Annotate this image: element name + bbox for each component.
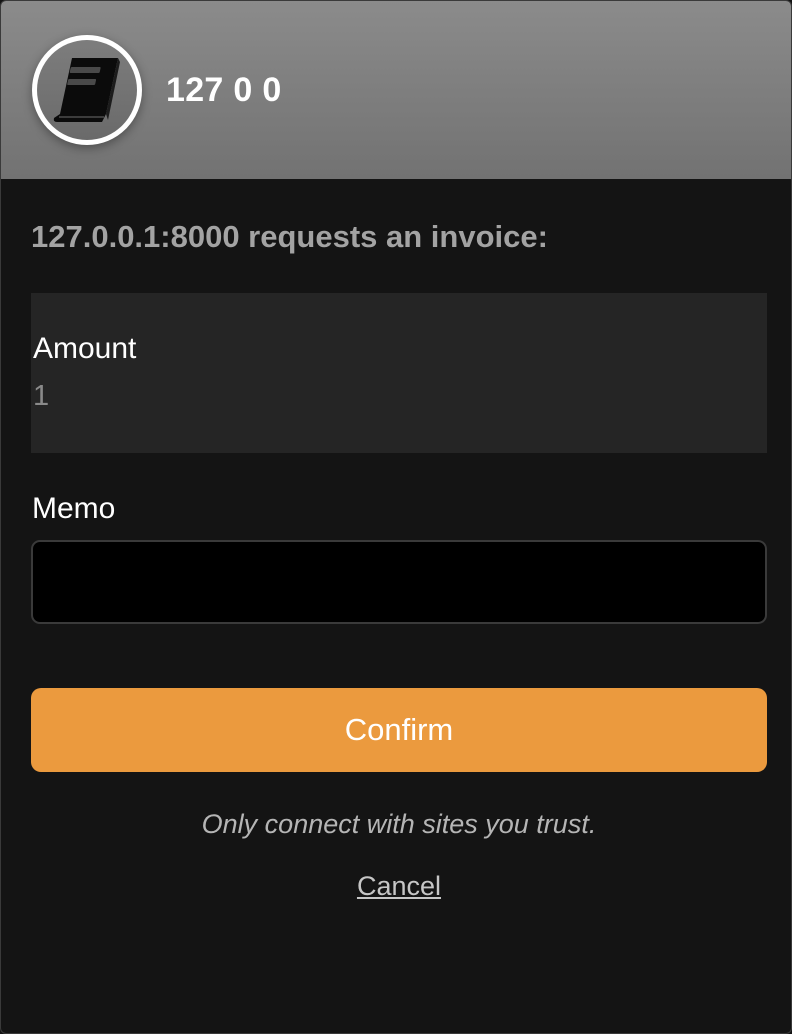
site-header: 127 0 0 (1, 1, 791, 179)
site-avatar-inner (37, 40, 137, 140)
confirm-button[interactable]: Confirm (31, 688, 767, 772)
site-title: 127 0 0 (166, 70, 282, 109)
amount-field: Amount 1 (31, 293, 767, 453)
site-avatar (32, 35, 142, 145)
request-description: 127.0.0.1:8000 requests an invoice: (31, 219, 548, 254)
memo-label: Memo (32, 492, 116, 525)
book-icon (53, 58, 120, 122)
trust-warning: Only connect with sites you trust. (201, 809, 597, 839)
prompt-window: 127 0 0 127.0.0.1:8000 requests an invoi… (0, 0, 792, 1034)
amount-value: 1 (33, 380, 50, 412)
prompt-content: 127.0.0.1:8000 requests an invoice: Amou… (1, 219, 791, 902)
amount-label: Amount (33, 332, 137, 365)
memo-input[interactable] (31, 540, 767, 624)
cancel-link[interactable]: Cancel (31, 870, 767, 902)
